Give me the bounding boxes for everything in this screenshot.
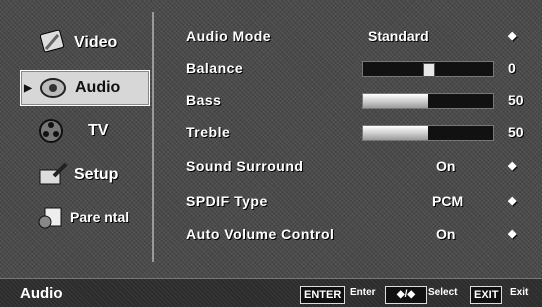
left-right-arrow-icon: ◆ — [508, 195, 517, 207]
treble-value: 50 — [508, 124, 524, 140]
balance-value: 0 — [508, 60, 516, 76]
treble-row[interactable]: Treble 50 — [186, 122, 526, 144]
sidebar-item-parental[interactable]: Pare ntal — [20, 200, 148, 234]
footer-bar: Audio ENTER Enter ◆/◆ Select EXIT Exit — [0, 278, 542, 307]
bass-label: Bass — [186, 92, 222, 108]
sidebar-item-audio[interactable]: ▶ Audio — [20, 70, 150, 106]
audio-mode-row[interactable]: Audio Mode Standard ◆ — [186, 26, 526, 48]
sound-surround-value: On — [436, 158, 456, 174]
enter-key-badge: ENTER — [300, 286, 346, 304]
spdif-type-row[interactable]: SPDIF Type PCM ◆ — [186, 191, 526, 213]
auto-volume-row[interactable]: Auto Volume Control On ◆ — [186, 224, 526, 246]
sidebar-item-tv[interactable]: TV — [20, 114, 148, 148]
left-right-arrow-icon: ◆ — [508, 160, 517, 172]
spdif-type-label: SPDIF Type — [186, 193, 268, 209]
exit-key-badge: EXIT — [470, 286, 503, 304]
left-right-arrow-icon: ◆ — [508, 30, 517, 42]
sidebar-item-setup[interactable]: Setup — [20, 158, 148, 192]
tv-reel-icon — [34, 116, 70, 146]
audio-mode-value: Standard — [368, 28, 429, 44]
audio-icon — [35, 73, 71, 103]
balance-slider[interactable] — [362, 61, 494, 77]
sidebar-item-label: Setup — [74, 166, 119, 183]
sidebar-item-label: Audio — [75, 79, 121, 96]
enter-hint: Enter — [350, 287, 376, 298]
sidebar-item-label: Pare ntal — [70, 209, 130, 225]
sound-surround-label: Sound Surround — [186, 158, 304, 174]
video-icon — [34, 28, 70, 58]
treble-slider-fill — [363, 126, 428, 140]
bass-value: 50 — [508, 92, 524, 108]
bass-slider[interactable] — [362, 93, 494, 109]
audio-mode-label: Audio Mode — [186, 28, 272, 44]
sound-surround-row[interactable]: Sound Surround On ◆ — [186, 156, 526, 178]
bass-row[interactable]: Bass 50 — [186, 90, 526, 112]
footer-title: Audio — [20, 285, 63, 302]
select-hint: Select — [428, 287, 458, 298]
nav-arrows-icon: ◆/◆ — [385, 286, 427, 304]
auto-volume-label: Auto Volume Control — [186, 226, 335, 242]
treble-label: Treble — [186, 124, 231, 140]
sidebar-menu: Video ▶ Audio TV Setup Pare ntal — [14, 12, 154, 262]
setup-icon — [34, 160, 70, 190]
balance-slider-knob[interactable] — [423, 63, 435, 77]
left-right-arrow-icon: ◆ — [508, 228, 517, 240]
sidebar-item-video[interactable]: Video — [20, 26, 148, 60]
parental-icon — [34, 202, 70, 232]
treble-slider[interactable] — [362, 125, 494, 141]
sidebar-item-label: Video — [74, 34, 118, 51]
balance-row[interactable]: Balance 0 — [186, 58, 526, 80]
exit-hint: Exit — [510, 287, 529, 298]
auto-volume-value: On — [436, 226, 456, 242]
audio-settings-menu: Video ▶ Audio TV Setup Pare ntal Audio M… — [0, 0, 542, 307]
bass-slider-fill — [363, 94, 428, 108]
selected-arrow-icon: ▶ — [24, 82, 32, 94]
spdif-type-value: PCM — [432, 193, 464, 209]
sidebar-item-label: TV — [88, 122, 109, 139]
balance-label: Balance — [186, 60, 244, 76]
